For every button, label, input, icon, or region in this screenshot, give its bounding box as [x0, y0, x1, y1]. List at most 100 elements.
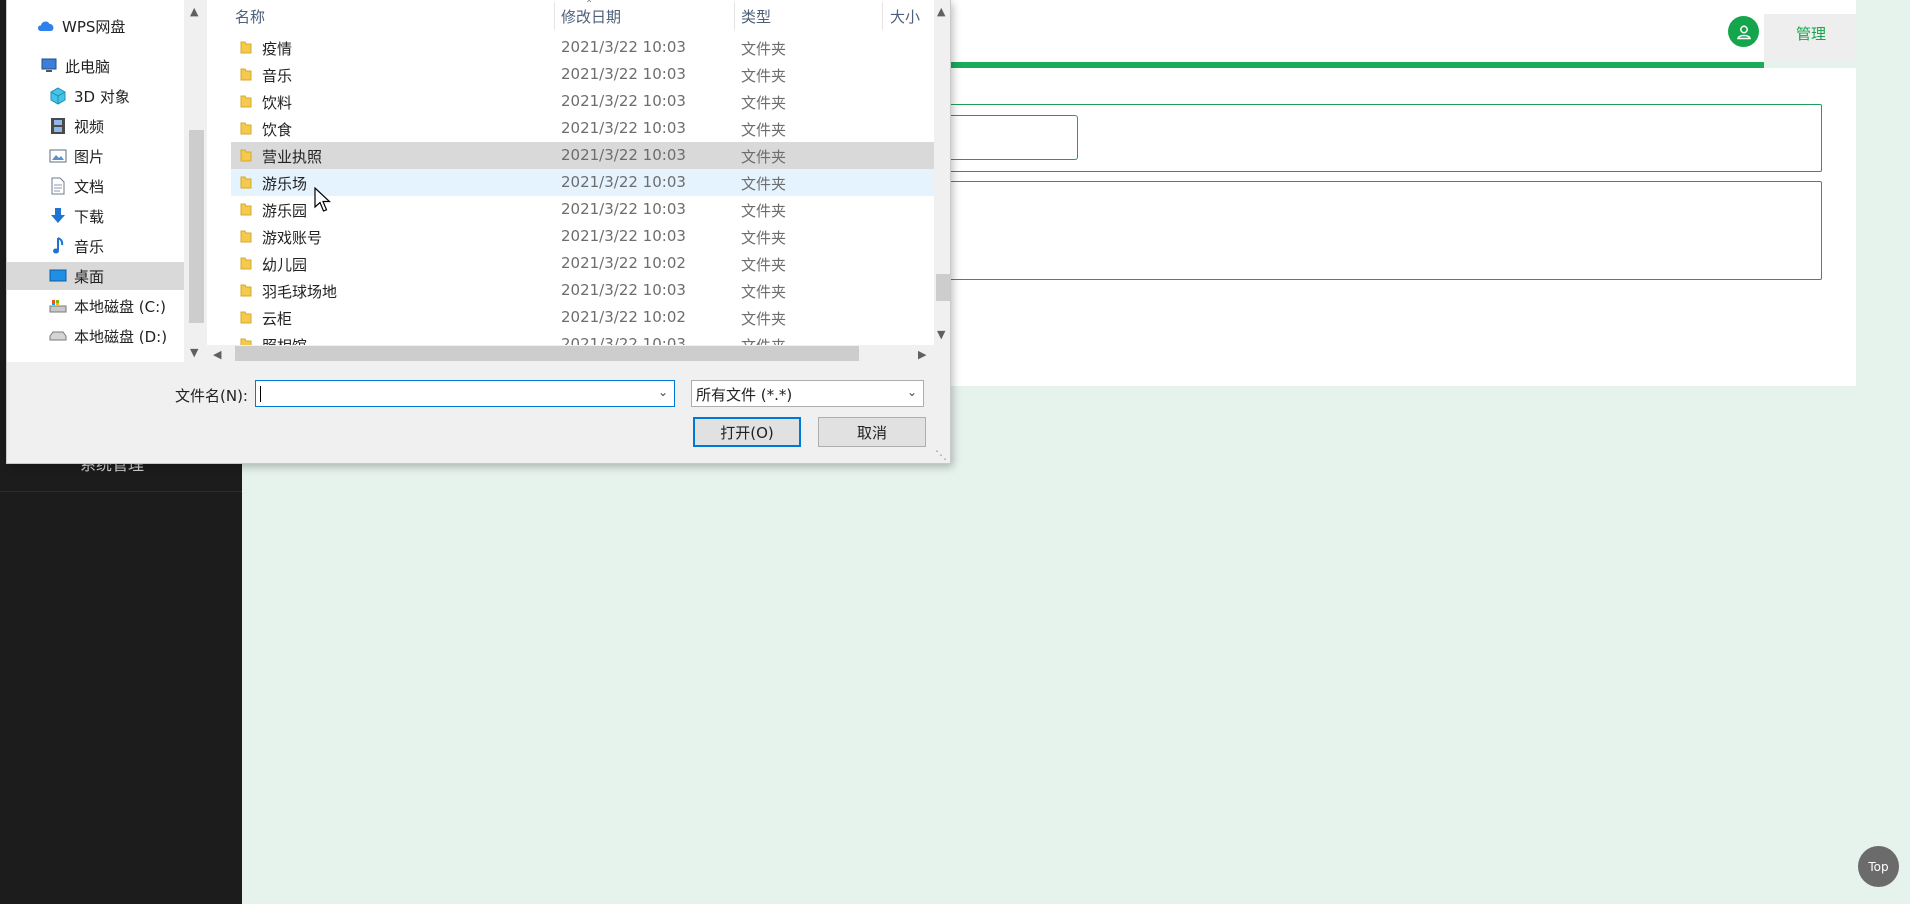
- nav-scroll-down-icon[interactable]: ▼: [190, 346, 198, 359]
- column-header-size[interactable]: 大小: [890, 6, 920, 27]
- file-name: 营业执照: [262, 148, 323, 166]
- file-open-dialog: WPS网盘 此电脑 3D 对象 视频 图片 文档 下载 音乐 桌面 本地磁盘 (…: [6, 0, 951, 464]
- file-row[interactable]: 游乐园 2021/3/22 10:03 文件夹: [231, 196, 934, 223]
- column-header-type[interactable]: 类型: [741, 6, 771, 27]
- folder-icon: [240, 310, 252, 324]
- chevron-down-icon[interactable]: ⌄: [658, 385, 668, 399]
- file-date: 2021/3/22 10:03: [561, 200, 686, 218]
- folder-icon: [240, 256, 252, 270]
- nav-item-label: 桌面: [74, 267, 105, 286]
- file-name: 游乐园: [262, 202, 308, 220]
- back-to-top-button[interactable]: Top: [1858, 846, 1899, 887]
- nav-item-label: 文档: [74, 177, 105, 196]
- file-name: 云柜: [262, 310, 293, 328]
- download-icon: [49, 207, 67, 225]
- form-input[interactable]: [940, 115, 1078, 160]
- picture-icon: [49, 147, 67, 165]
- file-row-partial[interactable]: 照相馆 2021/3/22 10:03 文件夹: [231, 331, 934, 345]
- file-date: 2021/3/22 10:03: [561, 146, 686, 164]
- column-separator[interactable]: [554, 2, 555, 30]
- computer-icon: [40, 57, 58, 75]
- column-separator[interactable]: [882, 2, 883, 30]
- desktop-icon: [49, 267, 67, 285]
- nav-item-label: 本地磁盘 (C:): [74, 297, 166, 316]
- nav-item-3d-objects[interactable]: 3D 对象: [7, 82, 184, 110]
- file-date: 2021/3/22 10:03: [561, 38, 686, 56]
- nav-item-label: 本地磁盘 (D:): [74, 327, 168, 346]
- folder-icon: [240, 148, 252, 162]
- file-name: 羽毛球场地: [262, 283, 338, 301]
- file-row[interactable]: 游戏账号 2021/3/22 10:03 文件夹: [231, 223, 934, 250]
- film-icon: [49, 117, 67, 135]
- nav-item-music[interactable]: 音乐: [7, 232, 184, 260]
- nav-item-wps-cloud[interactable]: WPS网盘: [7, 12, 184, 40]
- nav-item-documents[interactable]: 文档: [7, 172, 184, 200]
- document-icon: [49, 177, 67, 195]
- avatar[interactable]: [1728, 16, 1759, 47]
- file-date: 2021/3/22 10:02: [561, 308, 686, 326]
- resize-grip-icon[interactable]: ⋱: [935, 448, 947, 462]
- horizontal-scrollbar-thumb[interactable]: [235, 346, 859, 361]
- file-name: 饮料: [262, 94, 293, 112]
- folder-icon: [240, 40, 252, 54]
- file-date: 2021/3/22 10:03: [561, 227, 686, 245]
- filename-input[interactable]: ⌄: [255, 380, 675, 407]
- column-separator[interactable]: [734, 2, 735, 30]
- file-row-hover[interactable]: 游乐场 2021/3/22 10:03 文件夹: [231, 169, 934, 196]
- cloud-icon: [37, 17, 55, 35]
- nav-scrollbar-thumb[interactable]: [189, 130, 204, 323]
- file-row[interactable]: 饮料 2021/3/22 10:03 文件夹: [231, 88, 934, 115]
- nav-item-desktop[interactable]: 桌面: [7, 262, 184, 290]
- nav-item-drive-c[interactable]: 本地磁盘 (C:): [7, 292, 184, 320]
- admin-label[interactable]: 管理: [1796, 23, 1826, 44]
- open-button[interactable]: 打开(O): [693, 417, 801, 447]
- file-row[interactable]: 疫情 2021/3/22 10:03 文件夹: [231, 34, 934, 61]
- filetype-select[interactable]: 所有文件 (*.*) ⌄: [691, 380, 924, 407]
- music-icon: [49, 237, 67, 255]
- nav-item-downloads[interactable]: 下载: [7, 202, 184, 230]
- file-row[interactable]: 云柜 2021/3/22 10:02 文件夹: [231, 304, 934, 331]
- vertical-scrollbar-thumb[interactable]: [936, 274, 950, 301]
- file-date: 2021/3/22 10:03: [561, 65, 686, 83]
- nav-item-this-pc[interactable]: 此电脑: [7, 52, 184, 80]
- folder-icon: [240, 337, 252, 345]
- file-row-selected[interactable]: 营业执照 2021/3/22 10:03 文件夹: [231, 142, 934, 169]
- file-type: 文件夹: [741, 40, 787, 58]
- folder-icon: [240, 283, 252, 297]
- form-textarea-box[interactable]: [940, 181, 1822, 280]
- file-date: 2021/3/22 10:03: [561, 119, 686, 137]
- chevron-down-icon[interactable]: ⌄: [907, 385, 917, 399]
- scroll-left-icon[interactable]: ◀: [213, 348, 221, 361]
- file-name: 饮食: [262, 121, 293, 139]
- drive-d-icon: [49, 327, 67, 345]
- column-header-date[interactable]: 修改日期: [561, 6, 621, 27]
- file-type: 文件夹: [741, 283, 787, 301]
- drive-c-icon: [49, 297, 67, 315]
- nav-item-videos[interactable]: 视频: [7, 112, 184, 140]
- text-caret: [260, 386, 261, 402]
- nav-item-drive-d[interactable]: 本地磁盘 (D:): [7, 322, 184, 350]
- nav-item-pictures[interactable]: 图片: [7, 142, 184, 170]
- column-header-name[interactable]: 名称: [235, 6, 265, 27]
- scroll-down-icon[interactable]: ▼: [937, 328, 945, 341]
- file-row[interactable]: 羽毛球场地 2021/3/22 10:03 文件夹: [231, 277, 934, 304]
- file-row[interactable]: 幼儿园 2021/3/22 10:02 文件夹: [231, 250, 934, 277]
- nav-scroll-up-icon[interactable]: ▲: [190, 5, 198, 18]
- file-type: 文件夹: [741, 229, 787, 247]
- scroll-up-icon[interactable]: ▲: [937, 5, 945, 18]
- filename-label: 文件名(N):: [175, 387, 248, 405]
- user-icon: [1736, 25, 1751, 39]
- nav-item-label: 音乐: [74, 237, 105, 256]
- cube-icon: [49, 87, 67, 105]
- file-name: 游戏账号: [262, 229, 323, 247]
- nav-item-label: 视频: [74, 117, 105, 136]
- file-date: 2021/3/22 10:03: [561, 173, 686, 191]
- sidebar-divider: [0, 491, 242, 492]
- cancel-button[interactable]: 取消: [818, 417, 926, 447]
- nav-item-label: 3D 对象: [74, 87, 130, 106]
- file-type: 文件夹: [741, 310, 787, 328]
- scroll-right-icon[interactable]: ▶: [918, 348, 926, 361]
- file-row[interactable]: 饮食 2021/3/22 10:03 文件夹: [231, 115, 934, 142]
- file-row[interactable]: 音乐 2021/3/22 10:03 文件夹: [231, 61, 934, 88]
- file-date: 2021/3/22 10:03: [561, 92, 686, 110]
